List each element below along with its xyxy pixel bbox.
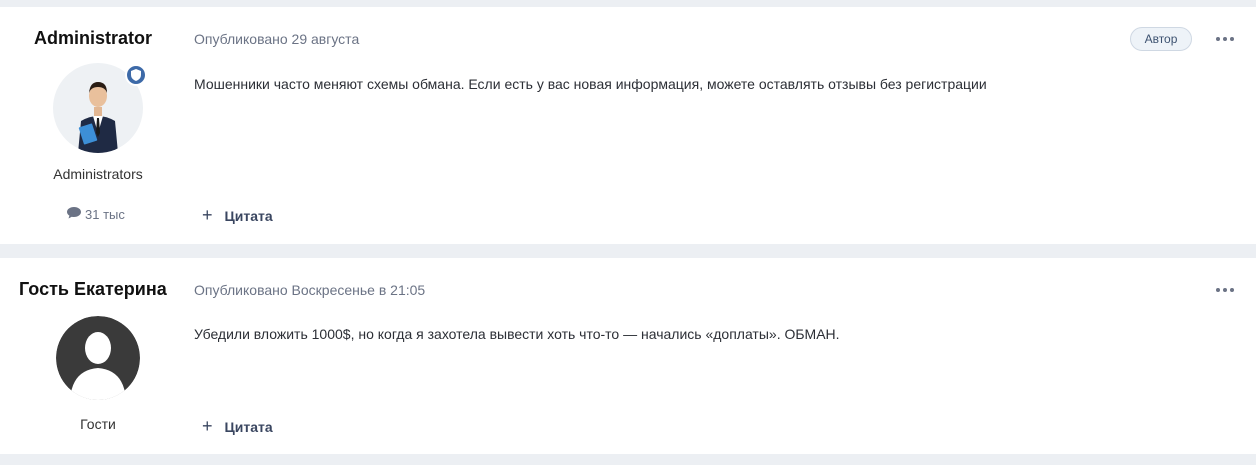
post-date[interactable]: Опубликовано 29 августа xyxy=(194,31,359,47)
quote-button[interactable]: + Цитата xyxy=(202,416,273,437)
author-badge: Автор xyxy=(1130,27,1192,51)
post-date[interactable]: Опубликовано Воскресенье в 21:05 xyxy=(194,282,425,298)
author-name[interactable]: Гость Екатерина xyxy=(19,279,167,300)
post-2: Гость Екатерина Гости Опубликовано Воскр… xyxy=(0,258,1256,454)
group-name: Гости xyxy=(80,416,116,432)
quote-label: Цитата xyxy=(224,418,273,435)
post-content: Убедили вложить 1000$, но когда я захоте… xyxy=(194,326,840,342)
post-content: Мошенники часто меняют схемы обмана. Есл… xyxy=(194,76,987,92)
post-1: Administrator Administrators 31 тыс Опуб… xyxy=(0,7,1256,244)
more-horizontal-icon[interactable] xyxy=(1216,288,1234,292)
more-horizontal-icon[interactable] xyxy=(1216,37,1234,41)
group-name: Administrators xyxy=(53,166,143,182)
shield-icon xyxy=(125,64,147,86)
comment-icon xyxy=(67,207,81,222)
posts-count: 31 тыс xyxy=(67,207,125,222)
quote-label: Цитата xyxy=(224,207,273,224)
quote-button[interactable]: + Цитата xyxy=(202,205,273,226)
posts-count-value: 31 тыс xyxy=(85,207,125,222)
plus-icon: + xyxy=(202,205,213,225)
author-name[interactable]: Administrator xyxy=(34,28,152,49)
avatar[interactable] xyxy=(56,316,140,400)
plus-icon: + xyxy=(202,416,213,436)
